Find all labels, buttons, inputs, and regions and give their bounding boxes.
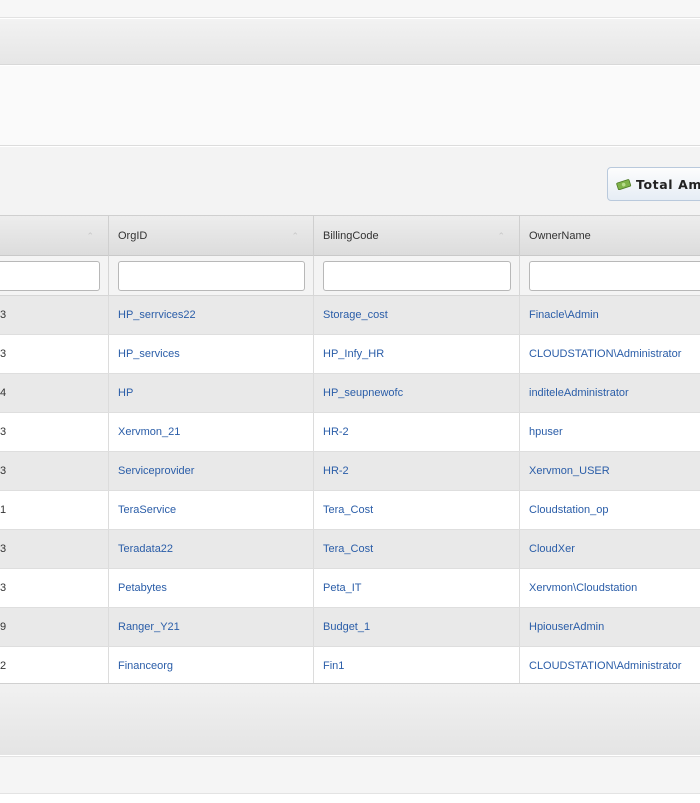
cell-ownername[interactable]: Cloudstation_op	[520, 491, 700, 529]
filter-cell	[520, 256, 700, 296]
cell-ownername[interactable]: Finacle\Admin	[520, 296, 700, 334]
cell-col0: 3	[0, 413, 109, 451]
filter-input-col0[interactable]	[0, 261, 100, 291]
column-header-label: BillingCode	[323, 230, 379, 242]
filter-input-billingcode[interactable]	[323, 261, 511, 291]
table-row[interactable]: 4 HP HP_seupnewofc inditeleAdministrator	[0, 374, 700, 413]
table-row[interactable]: 3 Teradata22 Tera_Cost CloudXer	[0, 530, 700, 569]
cell-orgid[interactable]: HP	[109, 374, 314, 412]
cell-ownername[interactable]: HpiouserAdmin	[520, 608, 700, 646]
cell-col0: 3	[0, 335, 109, 373]
cell-col0: 9	[0, 608, 109, 646]
cell-orgid[interactable]: Teradata22	[109, 530, 314, 568]
column-header-label: OwnerName	[529, 230, 591, 242]
cell-ownername[interactable]: CloudXer	[520, 530, 700, 568]
cell-billingcode[interactable]: Budget_1	[314, 608, 520, 646]
column-header-col0[interactable]: ⌃	[0, 216, 109, 257]
sort-icon[interactable]: ⌃	[291, 216, 299, 257]
money-icon	[616, 178, 632, 190]
filter-input-ownername[interactable]	[529, 261, 700, 291]
cell-billingcode[interactable]: HR-2	[314, 452, 520, 490]
cell-ownername[interactable]: CLOUDSTATION\Administrator	[520, 335, 700, 373]
cell-ownername[interactable]: inditeleAdministrator	[520, 374, 700, 412]
cell-orgid[interactable]: Financeorg	[109, 647, 314, 685]
top-strip	[0, 0, 700, 18]
cell-orgid[interactable]: HP_services	[109, 335, 314, 373]
grid-footer	[0, 683, 700, 755]
grid-toolbar	[0, 147, 700, 215]
cell-col0: 3	[0, 530, 109, 568]
column-header-label: OrgID	[118, 230, 148, 242]
total-amount-button[interactable]: Total Am	[607, 167, 700, 201]
cell-billingcode[interactable]: Tera_Cost	[314, 530, 520, 568]
grid-filter-row	[0, 256, 700, 296]
sort-icon[interactable]: ⌃	[497, 216, 505, 257]
table-row[interactable]: 2 Financeorg Fin1 CLOUDSTATION\Administrato…	[0, 647, 700, 686]
cell-billingcode[interactable]: Storage_cost	[314, 296, 520, 334]
cell-orgid[interactable]: Ranger_Y21	[109, 608, 314, 646]
info-panel	[0, 66, 700, 146]
cell-billingcode[interactable]: Tera_Cost	[314, 491, 520, 529]
total-amount-label: Total Am	[636, 176, 700, 192]
sort-icon[interactable]: ⌃	[86, 216, 94, 257]
cell-ownername[interactable]: Xervmon\Cloudstation	[520, 569, 700, 607]
cell-billingcode[interactable]: HP_Infy_HR	[314, 335, 520, 373]
cell-orgid[interactable]: Serviceprovider	[109, 452, 314, 490]
cell-ownername[interactable]: Xervmon_USER	[520, 452, 700, 490]
cell-billingcode[interactable]: Fin1	[314, 647, 520, 685]
column-header-billingcode[interactable]: BillingCode ⌃	[314, 216, 520, 257]
grid-header-row: ⌃ OrgID ⌃ BillingCode ⌃ OwnerName	[0, 215, 700, 257]
filter-input-orgid[interactable]	[118, 261, 305, 291]
filter-cell	[109, 256, 314, 296]
table-row[interactable]: 3 Xervmon_21 HR-2 hpuser	[0, 413, 700, 452]
cell-billingcode[interactable]: HR-2	[314, 413, 520, 451]
cell-orgid[interactable]: Xervmon_21	[109, 413, 314, 451]
cell-billingcode[interactable]: HP_seupnewofc	[314, 374, 520, 412]
table-row[interactable]: 3 Petabytes Peta_IT Xervmon\Cloudstation	[0, 569, 700, 608]
cell-orgid[interactable]: Petabytes	[109, 569, 314, 607]
header-bar	[0, 19, 700, 65]
cell-col0: 1	[0, 491, 109, 529]
table-row[interactable]: 3 HP_serrvices22 Storage_cost Finacle\Admin	[0, 296, 700, 335]
cell-col0: 3	[0, 296, 109, 334]
cell-orgid[interactable]: HP_serrvices22	[109, 296, 314, 334]
cell-col0: 2	[0, 647, 109, 685]
filter-cell	[0, 256, 109, 296]
column-header-orgid[interactable]: OrgID ⌃	[109, 216, 314, 257]
column-header-ownername[interactable]: OwnerName	[520, 216, 700, 257]
table-row[interactable]: 3 Serviceprovider HR-2 Xervmon_USER	[0, 452, 700, 491]
table-row[interactable]: 3 HP_services HP_Infy_HR CLOUDSTATION\Admin…	[0, 335, 700, 374]
cell-orgid[interactable]: TeraService	[109, 491, 314, 529]
filter-cell	[314, 256, 520, 296]
bottom-strip	[0, 756, 700, 794]
table-row[interactable]: 1 TeraService Tera_Cost Cloudstation_op	[0, 491, 700, 530]
cell-billingcode[interactable]: Peta_IT	[314, 569, 520, 607]
cell-col0: 4	[0, 374, 109, 412]
table-row[interactable]: 9 Ranger_Y21 Budget_1 HpiouserAdmin	[0, 608, 700, 647]
cell-col0: 3	[0, 452, 109, 490]
cell-ownername[interactable]: CLOUDSTATION\Administrator	[520, 647, 700, 685]
cell-col0: 3	[0, 569, 109, 607]
cell-ownername[interactable]: hpuser	[520, 413, 700, 451]
